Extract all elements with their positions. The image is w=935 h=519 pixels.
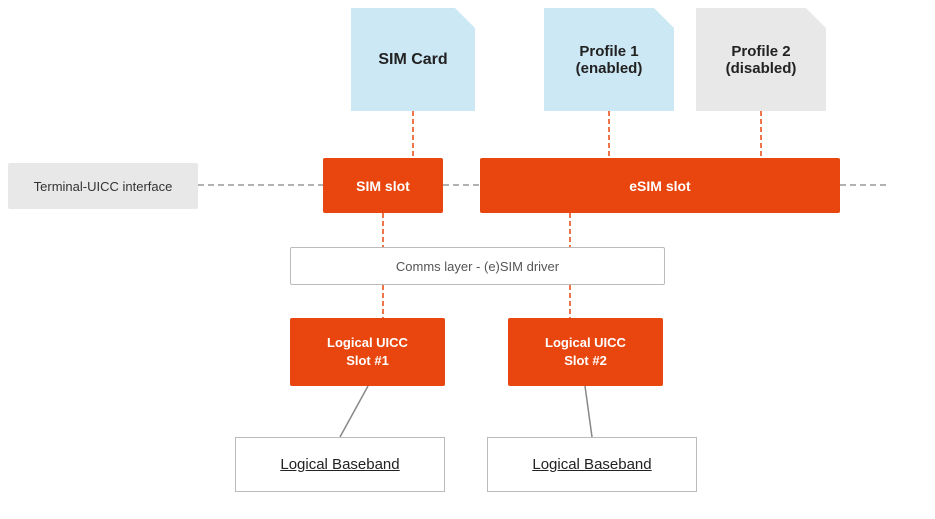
profile1-box: Profile 1(enabled) — [544, 8, 674, 111]
logical1-label: Logical UICCSlot #1 — [327, 334, 408, 370]
logical2-label: Logical UICCSlot #2 — [545, 334, 626, 370]
sim-card-box: SIM Card — [351, 8, 475, 111]
baseband1-label: Logical Baseband — [280, 456, 399, 473]
profile1-label: Profile 1(enabled) — [576, 43, 643, 77]
profile2-label: Profile 2(disabled) — [726, 43, 797, 77]
terminal-uicc-text: Terminal-UICC interface — [34, 179, 173, 194]
logical-uicc-slot1-box: Logical UICCSlot #1 — [290, 318, 445, 386]
sim-slot-label: SIM slot — [356, 178, 410, 194]
comms-layer-box: Comms layer - (e)SIM driver — [290, 247, 665, 285]
baseband2-label: Logical Baseband — [532, 456, 651, 473]
esim-slot-label: eSIM slot — [629, 178, 690, 194]
sim-card-label: SIM Card — [378, 51, 447, 69]
terminal-uicc-label: Terminal-UICC interface — [8, 163, 198, 209]
profile2-box: Profile 2(disabled) — [696, 8, 826, 111]
sim-slot-box: SIM slot — [323, 158, 443, 213]
esim-slot-box: eSIM slot — [480, 158, 840, 213]
logical-baseband2-box: Logical Baseband — [487, 437, 697, 492]
comms-layer-label: Comms layer - (e)SIM driver — [396, 259, 559, 274]
logical-uicc-slot2-box: Logical UICCSlot #2 — [508, 318, 663, 386]
logical-baseband1-box: Logical Baseband — [235, 437, 445, 492]
diagram-container: SIM Card Profile 1(enabled) Profile 2(di… — [0, 0, 935, 519]
